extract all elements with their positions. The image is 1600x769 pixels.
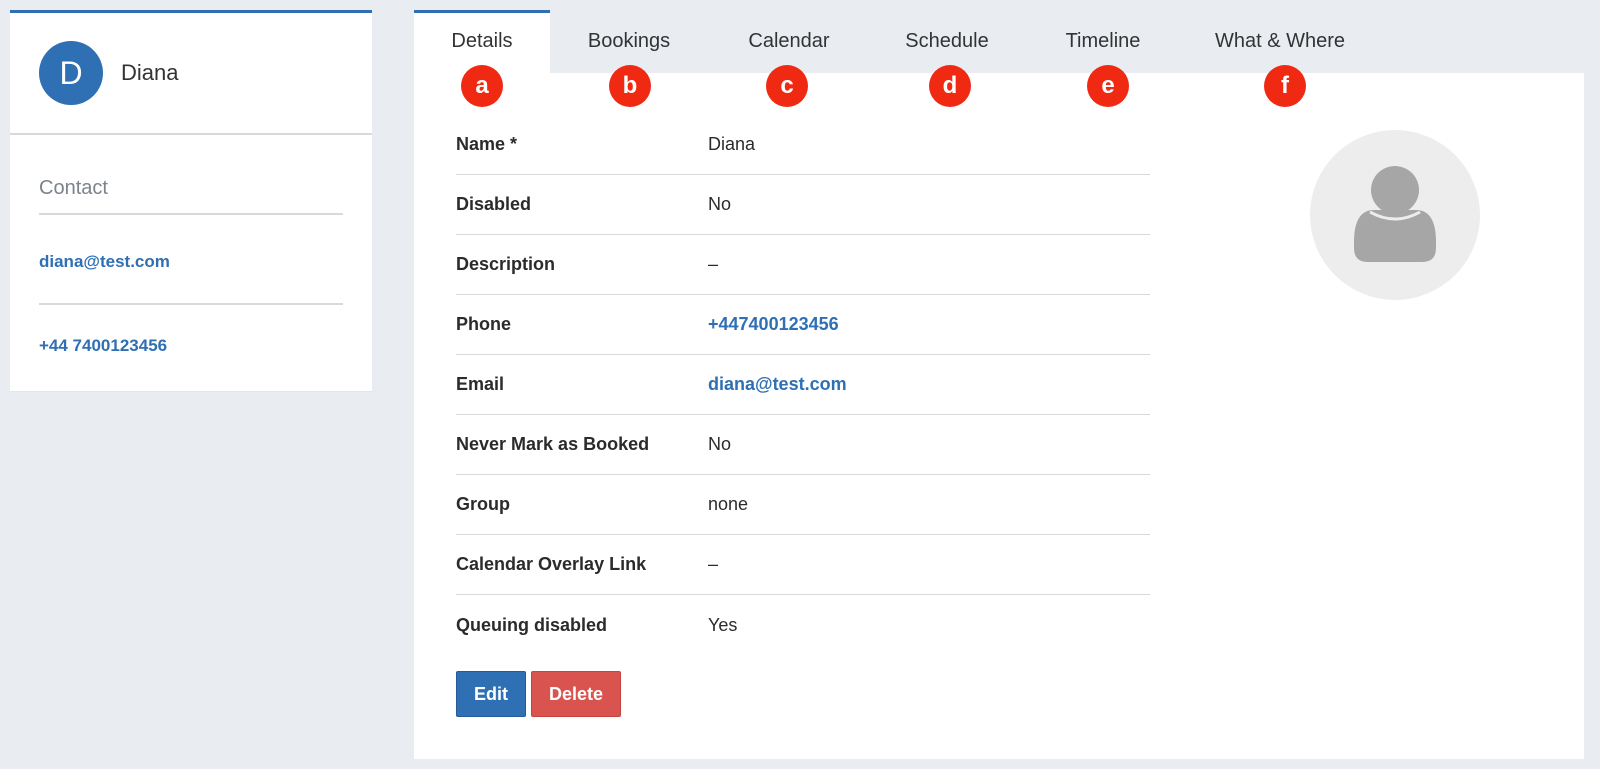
annotation-badge-e: e — [1087, 65, 1129, 107]
detail-value: none — [708, 494, 749, 514]
detail-label: Email — [456, 374, 505, 394]
detail-row-disabled: Disabled No — [456, 175, 1150, 235]
detail-row-email: Email diana@test.com — [456, 355, 1150, 415]
profile-photo-placeholder — [1310, 130, 1480, 300]
detail-row-never-mark-as-booked: Never Mark as Booked No — [456, 415, 1150, 475]
detail-label: Never Mark as Booked — [456, 434, 650, 454]
detail-row-calendar-overlay-link: Calendar Overlay Link – — [456, 535, 1150, 595]
detail-value: – — [708, 254, 719, 274]
contact-heading: Contact — [39, 177, 343, 215]
detail-label: Disabled — [456, 194, 532, 214]
avatar: D — [39, 41, 103, 105]
delete-button[interactable]: Delete — [531, 671, 621, 717]
annotation-badge-b: b — [609, 65, 651, 107]
detail-value: – — [708, 554, 719, 574]
detail-row-phone: Phone +447400123456 — [456, 295, 1150, 355]
detail-row-queuing-disabled: Queuing disabled Yes — [456, 595, 1150, 655]
detail-row-group: Group none — [456, 475, 1150, 535]
details-panel: Name * Diana Disabled No Description – P… — [414, 73, 1584, 759]
details-table: Name * Diana Disabled No Description – P… — [456, 115, 1150, 655]
contact-section: Contact diana@test.com +44 7400123456 — [10, 177, 372, 356]
detail-value: No — [708, 434, 732, 454]
detail-label: Description — [456, 254, 556, 274]
detail-label: Phone — [456, 314, 512, 334]
detail-row-name: Name * Diana — [456, 115, 1150, 175]
email-link[interactable]: diana@test.com — [708, 374, 847, 395]
detail-row-description: Description – — [456, 235, 1150, 295]
edit-button[interactable]: Edit — [456, 671, 526, 717]
contact-email-link[interactable]: diana@test.com — [39, 252, 343, 305]
detail-label: Group — [456, 494, 510, 514]
action-buttons: Edit Delete — [456, 671, 621, 717]
detail-label: Queuing disabled — [456, 614, 608, 635]
detail-value: Diana — [708, 134, 756, 154]
avatar-initial: D — [59, 54, 83, 91]
annotation-badge-c: c — [766, 65, 808, 107]
detail-value: Yes — [708, 614, 738, 635]
annotation-badge-a: a — [461, 65, 503, 107]
phone-link[interactable]: +447400123456 — [708, 314, 839, 335]
annotation-badge-f: f — [1264, 65, 1306, 107]
profile-name: Diana — [121, 60, 179, 85]
profile-header: D Diana — [10, 13, 372, 135]
detail-label: Name * — [456, 134, 518, 154]
profile-card: D Diana Contact diana@test.com +44 74001… — [10, 10, 372, 391]
user-silhouette-icon — [1354, 166, 1436, 262]
detail-value: No — [708, 194, 732, 214]
contact-phone-link[interactable]: +44 7400123456 — [39, 336, 343, 356]
detail-label: Calendar Overlay Link — [456, 554, 647, 574]
annotation-badge-d: d — [929, 65, 971, 107]
